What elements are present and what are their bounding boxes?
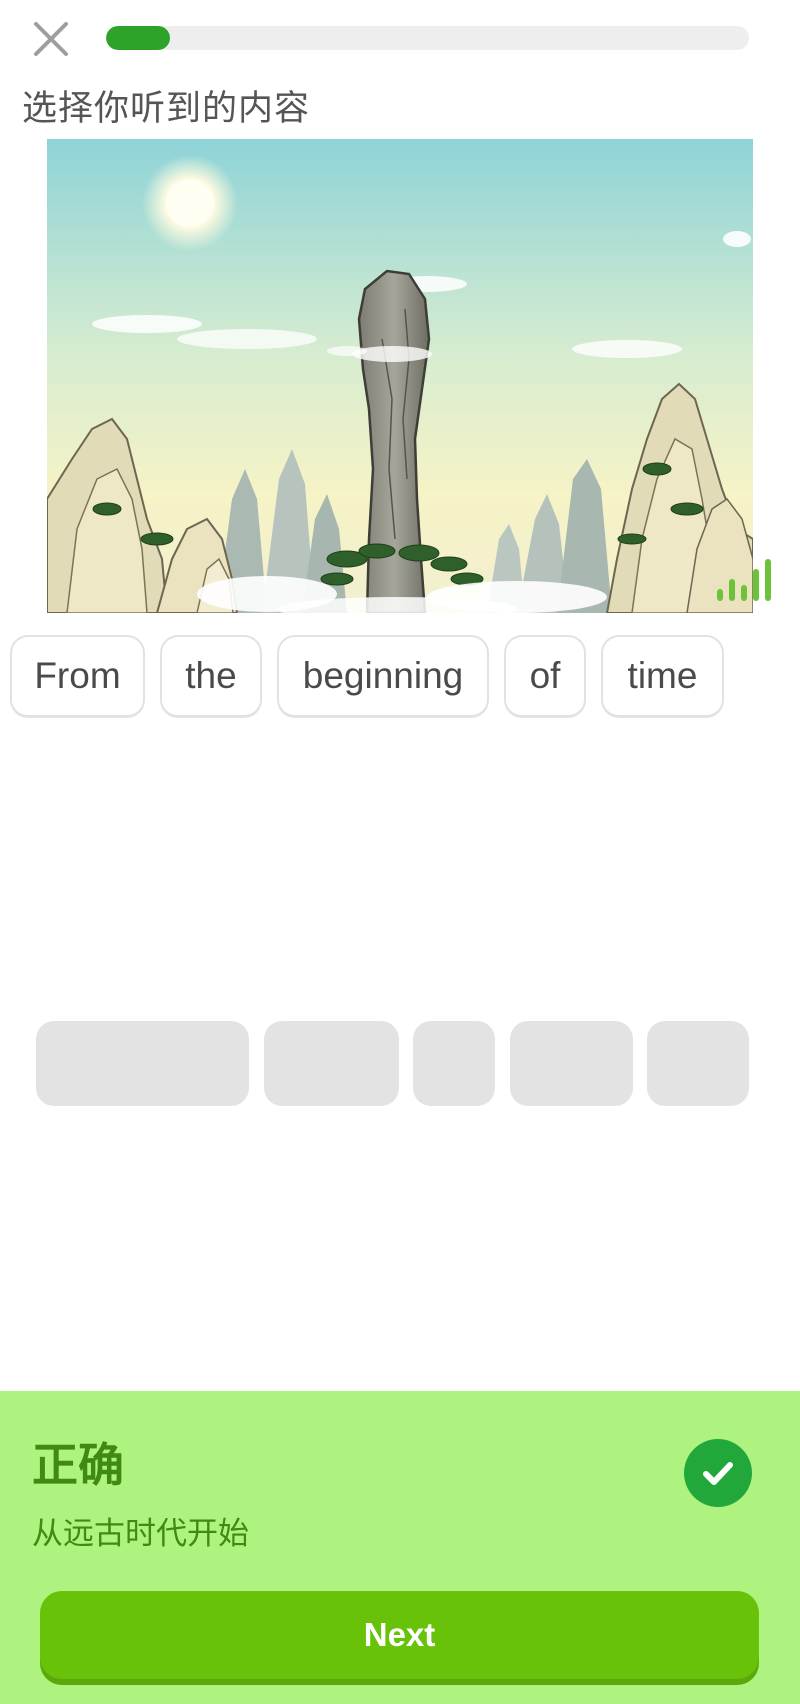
answer-slot — [510, 1021, 633, 1106]
feedback-translation: 从远古时代开始 — [32, 1516, 249, 1552]
audio-waveform-icon[interactable] — [715, 551, 771, 603]
word-chip-from[interactable]: From — [10, 635, 145, 718]
answer-slot — [647, 1021, 749, 1106]
progress-fill — [106, 26, 171, 50]
exercise-screen: 选择你听到的内容 From the beginning of time 正确 从… — [0, 0, 800, 1704]
progress-bar — [106, 26, 749, 50]
word-chip-of[interactable]: of — [504, 635, 586, 718]
answer-slot — [264, 1021, 399, 1106]
word-chip-beginning[interactable]: beginning — [277, 635, 489, 718]
answer-slot — [413, 1021, 495, 1106]
scene-illustration — [47, 139, 753, 613]
word-chip-time[interactable]: time — [601, 635, 724, 718]
word-chip-the[interactable]: the — [160, 635, 262, 718]
feedback-title: 正确 — [32, 1438, 124, 1492]
instruction-text: 选择你听到的内容 — [22, 89, 311, 129]
answer-slot — [36, 1021, 249, 1106]
close-button[interactable] — [26, 14, 76, 64]
next-button[interactable]: Next — [40, 1591, 759, 1679]
feedback-panel: 正确 从远古时代开始 Next — [0, 1391, 800, 1704]
close-icon — [34, 22, 68, 56]
check-icon — [684, 1439, 752, 1507]
